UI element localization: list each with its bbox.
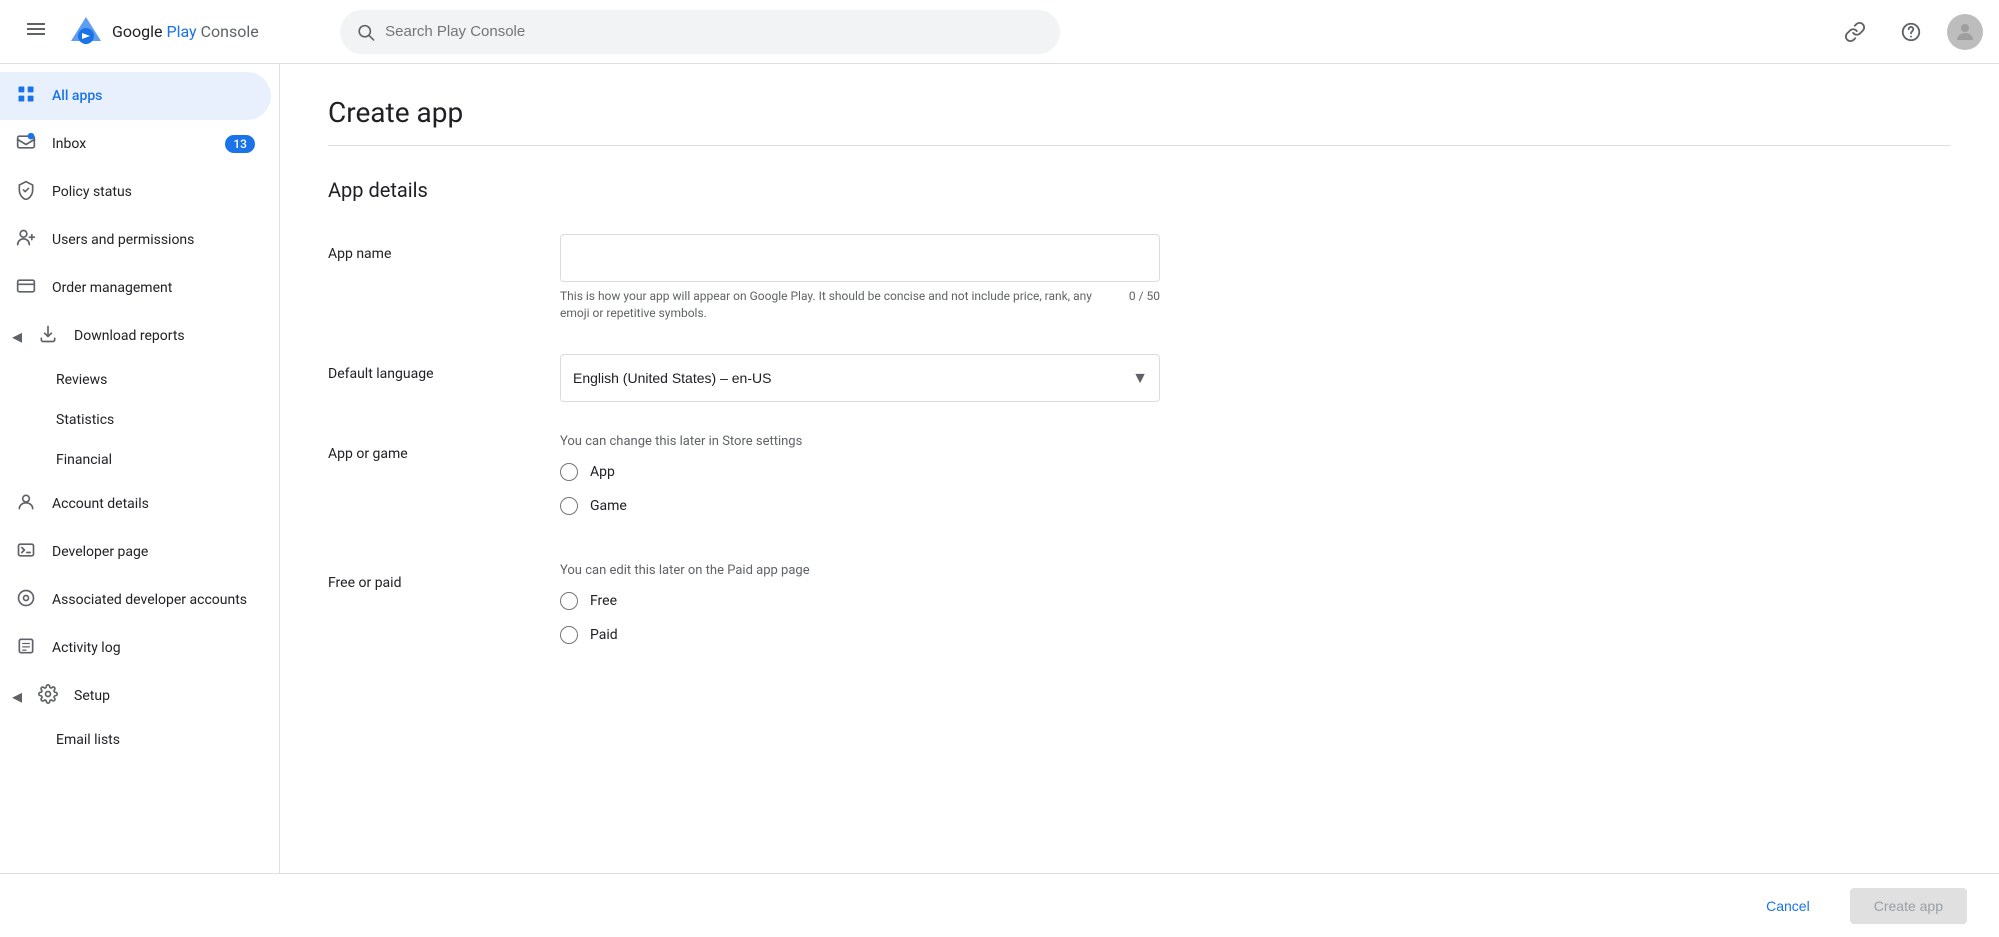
main-content: Create app App details App name This is … [280,64,1999,873]
app-radio-input[interactable] [560,463,578,481]
search-bar[interactable] [340,10,1060,54]
sidebar-users-permissions-label: Users and permissions [52,232,194,248]
create-app-button[interactable]: Create app [1850,888,1967,924]
cancel-button[interactable]: Cancel [1742,888,1834,924]
sidebar-item-account-details[interactable]: Account details [0,480,271,528]
hamburger-menu-icon[interactable] [16,9,56,54]
sidebar-item-setup[interactable]: ◂ Setup [0,672,271,720]
inbox-badge: 13 [225,135,255,153]
default-language-label: Default language [328,354,528,382]
section-title: App details [328,178,1951,202]
default-language-row: Default language English (United States)… [328,354,1951,402]
sidebar-policy-status-label: Policy status [52,184,132,200]
paid-radio-label: Paid [590,627,618,643]
free-radio-label: Free [590,593,617,609]
sidebar-reviews-label: Reviews [56,372,107,388]
app-or-game-label: App or game [328,434,528,462]
download-reports-icon [38,324,58,349]
order-management-icon [16,276,36,301]
game-radio-input[interactable] [560,497,578,515]
developer-page-icon [16,540,36,565]
expand-download-icon: ◂ [12,324,22,348]
language-select-wrapper: English (United States) – en-US English … [560,354,1160,402]
free-radio-input[interactable] [560,592,578,610]
app-radio-option[interactable]: App [560,463,1160,481]
policy-status-icon [16,180,36,205]
sidebar-item-policy-status[interactable]: Policy status [0,168,271,216]
bottom-bar: Cancel Create app [0,873,1999,937]
sidebar-account-details-label: Account details [52,496,149,512]
page-title: Create app [328,96,1951,129]
app-or-game-hint: You can change this later in Store setti… [560,434,1160,449]
sidebar-activity-log-label: Activity log [52,640,121,656]
link-icon-button[interactable] [1835,12,1875,52]
sidebar-item-order-management[interactable]: Order management [0,264,271,312]
app-name-row: App name This is how your app will appea… [328,234,1951,322]
logo-text: Google Play Console [112,22,259,41]
title-divider [328,145,1951,146]
app-name-counter: 0 / 50 [1129,288,1160,322]
topbar-actions [1835,12,1983,52]
search-input[interactable] [385,23,1044,40]
expand-setup-icon: ◂ [12,684,22,708]
logo: Google Play Console [68,14,328,50]
app-or-game-row: App or game You can change this later in… [328,434,1951,531]
play-console-logo-icon [68,14,104,50]
avatar[interactable] [1947,14,1983,50]
sidebar-order-management-label: Order management [52,280,172,296]
sidebar-sub-item-financial[interactable]: Financial [0,440,271,480]
sidebar-statistics-label: Statistics [56,412,114,428]
free-or-paid-hint: You can edit this later on the Paid app … [560,563,1160,578]
sidebar-email-lists-label: Email lists [56,732,120,748]
app-name-hint-row: This is how your app will appear on Goog… [560,288,1160,322]
sidebar-all-apps-label: All apps [52,88,102,104]
free-or-paid-control: You can edit this later on the Paid app … [560,563,1160,660]
users-permissions-icon [16,228,36,253]
account-details-icon [16,492,36,517]
sidebar-download-reports-label: Download reports [74,328,185,344]
sidebar-sub-item-statistics[interactable]: Statistics [0,400,271,440]
sidebar-item-all-apps[interactable]: All apps [0,72,271,120]
paid-radio-option[interactable]: Paid [560,626,1160,644]
game-radio-option[interactable]: Game [560,497,1160,515]
app-or-game-control: You can change this later in Store setti… [560,434,1160,531]
help-icon-button[interactable] [1891,12,1931,52]
sidebar-sub-item-email-lists[interactable]: Email lists [0,720,271,760]
inbox-icon [16,132,36,157]
associated-accounts-icon [16,588,36,613]
sidebar: All apps Inbox 13 Policy status Users an… [0,64,280,873]
sidebar-item-download-reports[interactable]: ◂ Download reports [0,312,271,360]
free-or-paid-row: Free or paid You can edit this later on … [328,563,1951,660]
game-radio-label: Game [590,498,627,514]
app-name-control: This is how your app will appear on Goog… [560,234,1160,322]
main-layout: All apps Inbox 13 Policy status Users an… [0,64,1999,873]
app-name-input[interactable] [560,234,1160,282]
activity-log-icon [16,636,36,661]
topbar: Google Play Console [0,0,1999,64]
app-name-hint-text: This is how your app will appear on Goog… [560,288,1113,322]
sidebar-financial-label: Financial [56,452,112,468]
app-radio-label: App [590,464,615,480]
sidebar-setup-label: Setup [74,688,110,704]
language-select[interactable]: English (United States) – en-US English … [560,354,1160,402]
sidebar-developer-page-label: Developer page [52,544,148,560]
sidebar-item-inbox[interactable]: Inbox 13 [0,120,271,168]
sidebar-item-associated-accounts[interactable]: Associated developer accounts [0,576,271,624]
paid-radio-input[interactable] [560,626,578,644]
sidebar-item-activity-log[interactable]: Activity log [0,624,271,672]
free-radio-option[interactable]: Free [560,592,1160,610]
search-icon [356,22,375,42]
sidebar-item-developer-page[interactable]: Developer page [0,528,271,576]
free-or-paid-label: Free or paid [328,563,528,591]
default-language-control: English (United States) – en-US English … [560,354,1160,402]
app-name-label: App name [328,234,528,262]
all-apps-icon [16,84,36,109]
sidebar-item-users-permissions[interactable]: Users and permissions [0,216,271,264]
setup-icon [38,684,58,709]
sidebar-associated-accounts-label: Associated developer accounts [52,592,247,608]
sidebar-inbox-label: Inbox [52,136,86,152]
sidebar-sub-item-reviews[interactable]: Reviews [0,360,271,400]
